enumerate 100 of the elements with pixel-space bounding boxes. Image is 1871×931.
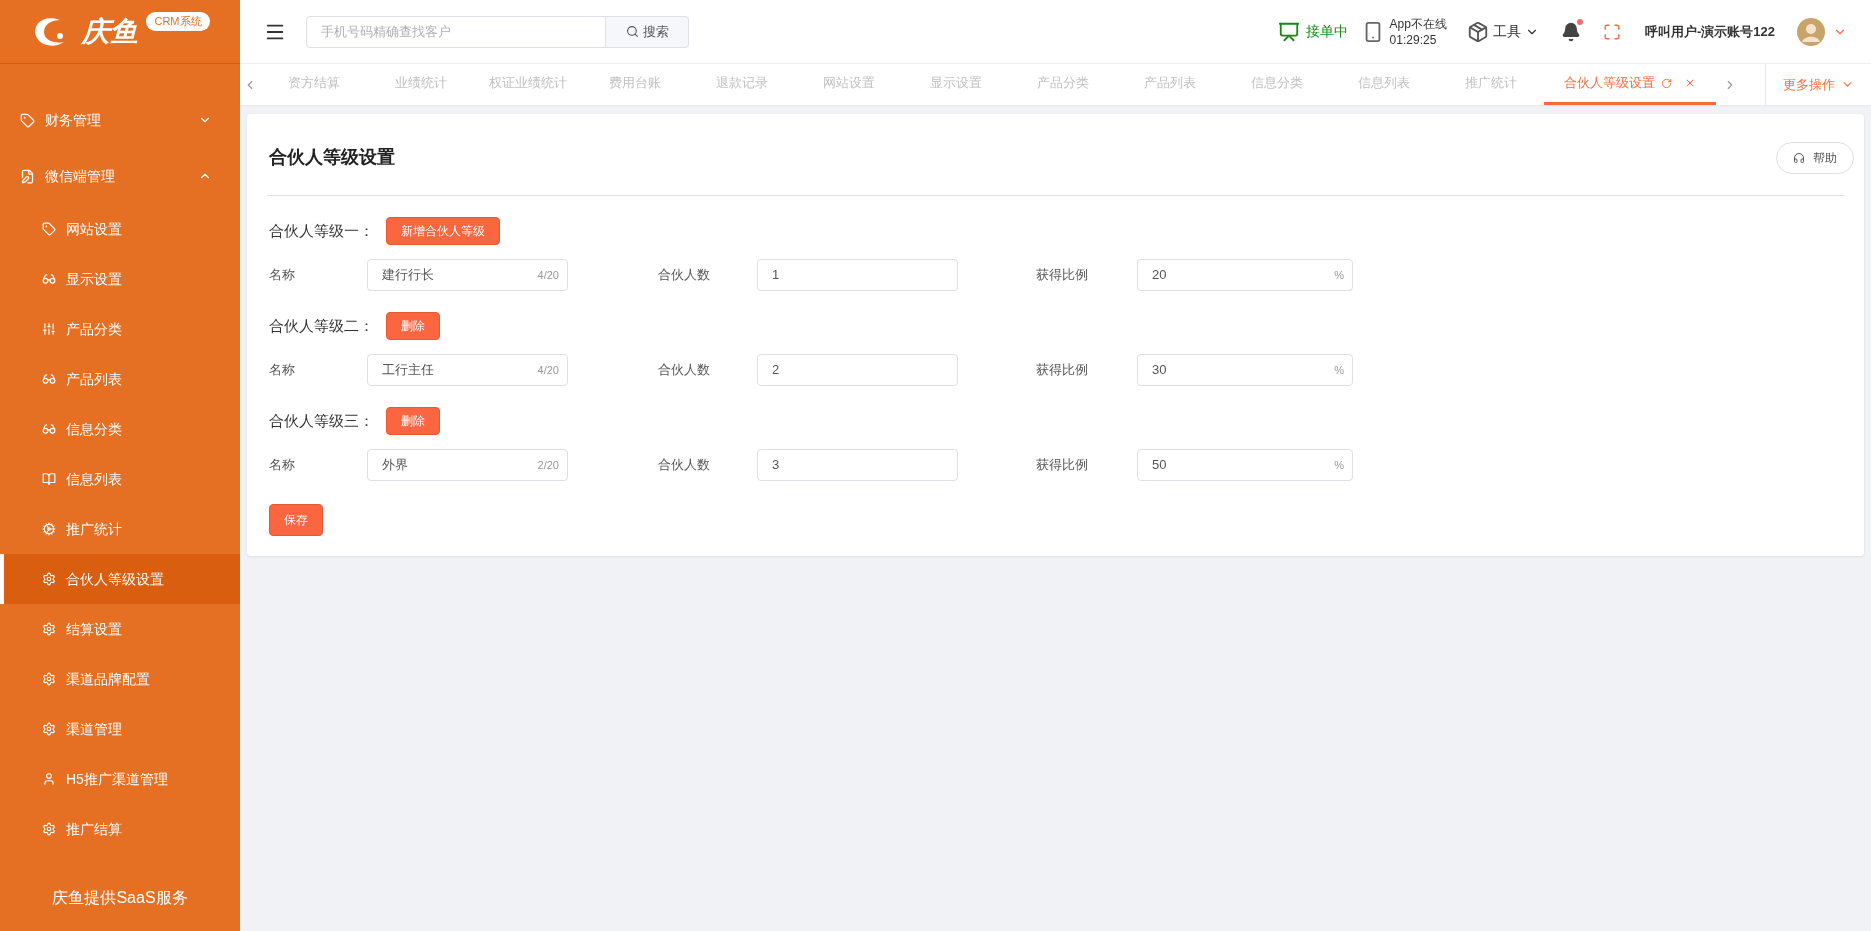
field-label: 获得比例: [1036, 266, 1089, 285]
field-label: 名称: [269, 266, 296, 285]
save-button[interactable]: 保存: [269, 504, 323, 536]
sidebar-item[interactable]: 渠道品牌配置: [0, 654, 240, 704]
tab[interactable]: 显示设置: [902, 64, 1009, 105]
settings-icon: [42, 622, 56, 636]
field-value: 2: [772, 361, 781, 380]
settings-icon: [42, 572, 56, 586]
glasses-icon: [42, 272, 56, 286]
character-counter: 4/20: [537, 267, 559, 283]
field-label: 合伙人数: [658, 266, 711, 285]
sidebar-item[interactable]: 推广统计: [0, 504, 240, 554]
field-label: 获得比例: [1036, 456, 1089, 475]
person-icon: [42, 772, 56, 786]
tab[interactable]: 业绩统计: [367, 64, 474, 105]
order-status[interactable]: 接单中: [1305, 21, 1348, 42]
sidebar-item[interactable]: 渠道管理: [0, 704, 240, 754]
sidebar-item[interactable]: 结算设置: [0, 604, 240, 654]
percent-unit: %: [1334, 457, 1344, 473]
app-time: 01:29:25: [1389, 31, 1438, 48]
more-actions-button[interactable]: 更多操作: [1765, 64, 1871, 105]
avatar[interactable]: [1797, 17, 1825, 46]
input-field[interactable]: 1: [757, 259, 958, 291]
refresh-icon[interactable]: [1661, 77, 1672, 89]
field-value: 30: [1152, 361, 1168, 380]
input-field[interactable]: 工行主任 4/20: [367, 354, 568, 386]
user-name: 呼叫用户-演示账号122: [1644, 22, 1775, 41]
input-field[interactable]: 3: [757, 449, 958, 481]
field-value: 外界: [382, 456, 409, 475]
level-title: 合伙人等级二：: [269, 315, 375, 336]
tab[interactable]: 权证业绩统计: [474, 64, 581, 105]
fullscreen-icon[interactable]: [1602, 22, 1621, 41]
logo-text: 庆鱼: [82, 14, 139, 49]
settings-icon: [42, 722, 56, 736]
tab[interactable]: 产品分类: [1009, 64, 1116, 105]
sidebar-item[interactable]: 网站设置: [0, 204, 240, 254]
input-field[interactable]: 50 %: [1137, 449, 1353, 481]
input-field[interactable]: 20 %: [1137, 259, 1353, 291]
input-field[interactable]: 外界 2/20: [367, 449, 568, 481]
chart-board-icon: [1277, 20, 1300, 43]
input-field[interactable]: 建行行长 4/20: [367, 259, 568, 291]
percent-unit: %: [1334, 362, 1344, 378]
percent-unit: %: [1334, 267, 1344, 283]
sidebar-item[interactable]: 推广结算: [0, 804, 240, 854]
field-label: 获得比例: [1036, 361, 1089, 380]
settings-icon: [42, 672, 56, 686]
sidebar-item[interactable]: 产品列表: [0, 354, 240, 404]
tab[interactable]: 推广统计: [1437, 64, 1544, 105]
sidebar-item[interactable]: 合伙人等级设置: [0, 554, 240, 604]
sidebar-item[interactable]: H5推广渠道管理: [0, 754, 240, 804]
glasses-icon: [42, 422, 56, 436]
character-counter: 2/20: [537, 457, 559, 473]
crm-badge: CRM系统: [146, 12, 210, 31]
tab[interactable]: 网站设置: [795, 64, 902, 105]
sidebar-item[interactable]: 产品分类: [0, 304, 240, 354]
tab[interactable]: 信息列表: [1330, 64, 1437, 105]
sidebar-group[interactable]: 微信端管理: [0, 148, 240, 204]
field-value: 建行行长: [382, 266, 435, 285]
headset-icon: [1793, 151, 1805, 164]
field-label: 名称: [269, 456, 296, 475]
sliders-icon: [42, 322, 56, 336]
footer-text: 庆鱼提供SaaS服务: [51, 888, 189, 908]
delete-button[interactable]: 删除: [386, 312, 440, 340]
tag-icon: [42, 222, 56, 236]
search-icon: [625, 25, 639, 38]
tab[interactable]: 资方结算: [260, 64, 367, 105]
field-value: 工行主任: [382, 361, 435, 380]
tab[interactable]: 退款记录: [688, 64, 795, 105]
search-button[interactable]: 搜索: [605, 15, 689, 48]
input-field[interactable]: 2: [757, 354, 958, 386]
character-counter: 4/20: [537, 362, 559, 378]
sidebar-item[interactable]: 信息分类: [0, 404, 240, 454]
glasses-icon: [42, 372, 56, 386]
field-label: 名称: [269, 361, 296, 380]
tag-icon: [20, 112, 35, 128]
field-label: 合伙人数: [658, 361, 711, 380]
tab[interactable]: 产品列表: [1116, 64, 1223, 105]
tab[interactable]: 信息分类: [1223, 64, 1330, 105]
page-title: 合伙人等级设置: [269, 146, 395, 169]
gear-icon: [42, 522, 56, 536]
tab[interactable]: 合伙人等级设置: [1544, 64, 1716, 105]
book-icon: [42, 472, 56, 486]
notification-bell[interactable]: [1560, 21, 1581, 42]
level-title: 合伙人等级一：: [269, 220, 375, 241]
delete-button[interactable]: 删除: [386, 407, 440, 435]
close-icon[interactable]: [1684, 77, 1696, 89]
field-value: 50: [1152, 456, 1168, 475]
tab[interactable]: 费用台账: [581, 64, 688, 105]
field-value: 3: [772, 456, 781, 475]
search-field[interactable]: 手机号码精确查找客户: [306, 15, 606, 48]
add-level-button[interactable]: 新增合伙人等级: [386, 217, 500, 245]
tools-menu[interactable]: 工具: [1466, 20, 1539, 43]
field-value: 1: [772, 266, 781, 285]
input-field[interactable]: 30 %: [1137, 354, 1353, 386]
sidebar-item[interactable]: 显示设置: [0, 254, 240, 304]
document-edit-icon: [20, 168, 35, 184]
app-status: App不在线: [1389, 15, 1447, 32]
sidebar-group[interactable]: 财务管理: [0, 92, 240, 148]
settings-icon: [42, 822, 56, 836]
sidebar-item[interactable]: 信息列表: [0, 454, 240, 504]
